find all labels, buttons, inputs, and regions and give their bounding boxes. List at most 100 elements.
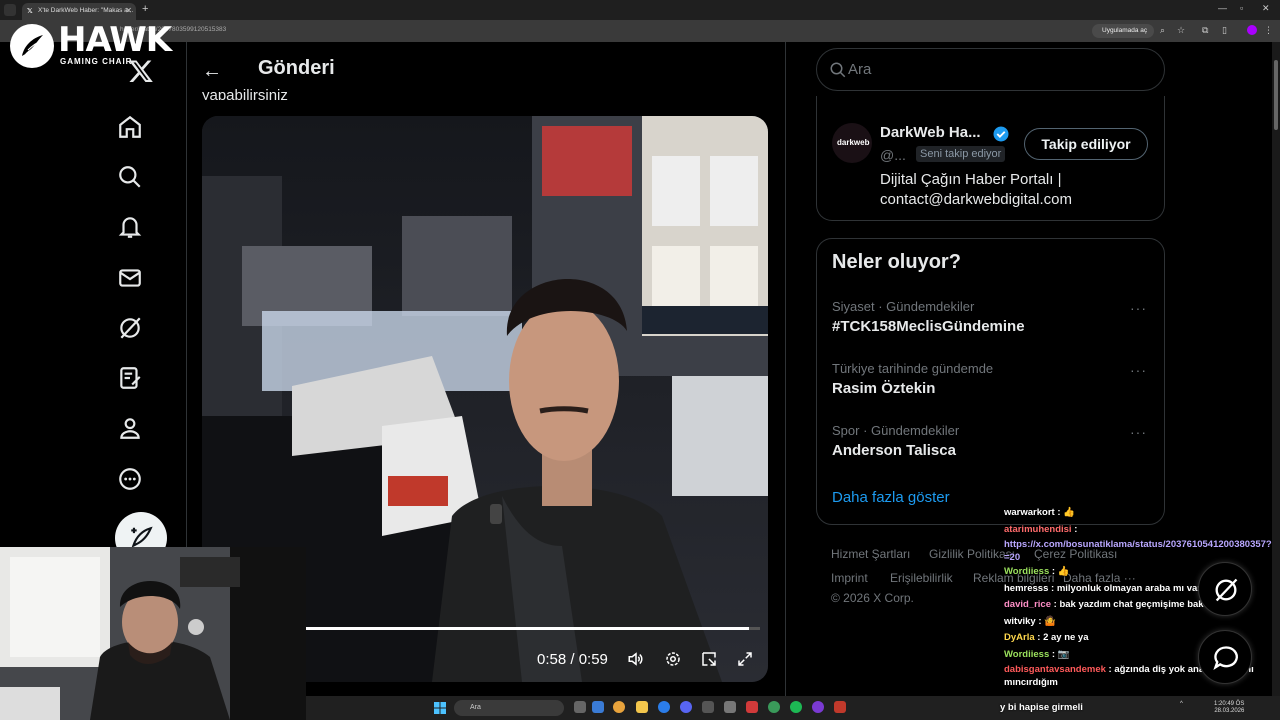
copyright: © 2026 X Corp.: [831, 591, 914, 605]
close-window-icon[interactable]: ✕: [1262, 3, 1270, 14]
messages-floating-button[interactable]: [1198, 630, 1252, 684]
new-tab-button[interactable]: +: [142, 3, 148, 15]
clock-date: 28.03.2026: [1214, 708, 1245, 714]
app-icon[interactable]: [768, 701, 780, 713]
footer-link[interactable]: Erişilebilirlik: [890, 571, 953, 585]
volume-icon[interactable]: [626, 650, 646, 668]
app-icon[interactable]: [834, 701, 846, 713]
profile-name[interactable]: DarkWeb Ha...: [880, 124, 981, 141]
discord-icon[interactable]: [680, 701, 692, 713]
grok-floating-button[interactable]: [1198, 562, 1252, 616]
taskbar-clock[interactable]: 1:20:49 ÖS 28.03.2026: [1214, 701, 1244, 715]
browser-tab-bar: 𝕏 X'te DarkWeb Haber: "Makas a... ✕ + — …: [0, 0, 1280, 20]
bookmark-star-icon[interactable]: ☆: [1177, 25, 1185, 36]
picture-in-picture-icon[interactable]: [699, 650, 719, 668]
zoom-icon[interactable]: ⌕: [1160, 25, 1165, 36]
edge-icon[interactable]: [658, 701, 670, 713]
windows-start-icon[interactable]: [434, 701, 446, 714]
close-tab-icon[interactable]: ✕: [125, 6, 132, 15]
chat-message: y bi hapise girmeli: [1000, 702, 1083, 713]
explore-search-icon[interactable]: [117, 164, 143, 190]
profile-handle: @...: [880, 147, 906, 163]
chat-user: atarimuhendisi: [1004, 523, 1072, 535]
grok-icon[interactable]: [117, 315, 143, 341]
open-in-app-button[interactable]: Uygulamada aç: [1092, 24, 1154, 38]
x-favicon-icon: 𝕏: [27, 8, 33, 15]
show-more-link[interactable]: Daha fazla göster: [832, 489, 950, 506]
more-options-icon[interactable]: ···: [1130, 424, 1147, 440]
chat-user: DyArla: [1004, 632, 1035, 643]
chat-bubble-icon: [1213, 646, 1238, 671]
maximize-icon[interactable]: ▫: [1240, 3, 1243, 13]
grok-icon: [1215, 578, 1238, 602]
avatar-text: darkweb: [837, 138, 870, 147]
avatar[interactable]: darkweb: [832, 123, 872, 163]
sidebar-icon[interactable]: ▯: [1222, 25, 1227, 36]
hawk-brand-name: HAWK: [58, 20, 172, 60]
chat-user: witviky: [1004, 615, 1036, 627]
profile-icon[interactable]: [117, 415, 143, 441]
task-view-icon[interactable]: [574, 701, 586, 713]
open-in-app-label: Uygulamada aç: [1102, 27, 1148, 34]
bio-line-2[interactable]: contact@darkwebdigital.com: [880, 190, 1150, 210]
chat-message: witviky : 🤷: [1004, 614, 1280, 631]
trend-item[interactable]: #TCK158MeclisGündemine: [832, 318, 1025, 335]
chat-user: Wordiiess: [1004, 566, 1050, 577]
back-arrow-icon[interactable]: ←: [202, 60, 222, 83]
tab-menu-button[interactable]: [4, 4, 16, 16]
trend-item[interactable]: Anderson Talisca: [832, 442, 956, 459]
footer-link[interactable]: Imprint: [831, 571, 868, 585]
app-icon[interactable]: [724, 701, 736, 713]
settings-gear-icon[interactable]: [663, 650, 683, 668]
hawk-brand-sub: GAMING CHAIR: [60, 57, 133, 66]
extensions-icon[interactable]: ⧉: [1202, 25, 1208, 36]
notifications-bell-icon[interactable]: [117, 214, 143, 240]
hawk-wing-icon: [22, 35, 43, 56]
file-explorer-icon[interactable]: [636, 701, 648, 713]
fullscreen-icon[interactable]: [735, 650, 755, 668]
chat-link[interactable]: https://x.com/bosunatiklama/status/20376…: [1004, 539, 1277, 563]
x-logo-icon[interactable]: [128, 58, 154, 84]
chat-message: warwarkort : 👍: [1004, 505, 1280, 522]
more-options-icon[interactable]: [117, 466, 143, 492]
trend-item[interactable]: Rasim Öztekin: [832, 380, 935, 397]
chat-user: warwarkort: [1004, 507, 1055, 518]
hawk-logo: [10, 24, 54, 68]
trend-meta: Siyaset · Gündemdekiler: [832, 299, 975, 314]
app-icon[interactable]: [812, 701, 824, 713]
messages-envelope-icon[interactable]: [117, 265, 143, 291]
more-options-icon[interactable]: ···: [1130, 300, 1147, 316]
profile-avatar[interactable]: [1247, 25, 1257, 35]
webcam-feed-image: [0, 547, 306, 720]
chat-text: : 👍: [1054, 507, 1075, 518]
chat-text: : 📷: [1049, 648, 1070, 660]
follows-you-badge: Seni takip ediyor: [916, 146, 1006, 162]
clock-time: 1:20:49 ÖS: [1214, 701, 1245, 707]
lists-icon[interactable]: [117, 365, 143, 391]
chat-user: hemresss: [1004, 582, 1049, 594]
home-icon[interactable]: [117, 114, 143, 140]
app-icon[interactable]: [702, 701, 714, 713]
tray-chevron-icon[interactable]: ^: [1180, 701, 1183, 707]
browser-menu-icon[interactable]: ⋮: [1264, 25, 1273, 36]
profile-bio: Dijital Çağın Haber Portalı | contact@da…: [880, 170, 1150, 210]
taskbar-search-input[interactable]: Ara: [454, 700, 564, 716]
bio-line-1: Dijital Çağın Haber Portalı |: [880, 171, 1062, 188]
widgets-icon[interactable]: [592, 701, 604, 713]
footer-link[interactable]: Gizlilik Politikası: [929, 547, 1015, 561]
footer-link[interactable]: Hizmet Şartları: [831, 547, 910, 561]
more-options-icon[interactable]: ···: [1130, 362, 1147, 378]
page-scrollbar[interactable]: [1272, 42, 1280, 696]
page-title: Gönderi: [258, 57, 335, 79]
spotify-icon[interactable]: [790, 701, 802, 713]
app-icon[interactable]: [746, 701, 758, 713]
following-button[interactable]: Takip ediliyor: [1024, 128, 1148, 160]
scrollbar-thumb[interactable]: [1274, 60, 1278, 130]
chrome-icon[interactable]: [613, 701, 625, 713]
browser-tab[interactable]: 𝕏 X'te DarkWeb Haber: "Makas a... ✕: [22, 3, 136, 20]
chat-text: : 🤷: [1035, 615, 1056, 627]
taskbar-search-placeholder: Ara: [470, 704, 481, 711]
chat-user: dabisgantavsandemek: [1004, 664, 1106, 675]
minimize-icon[interactable]: —: [1218, 3, 1227, 13]
search-placeholder: Ara: [848, 61, 872, 78]
